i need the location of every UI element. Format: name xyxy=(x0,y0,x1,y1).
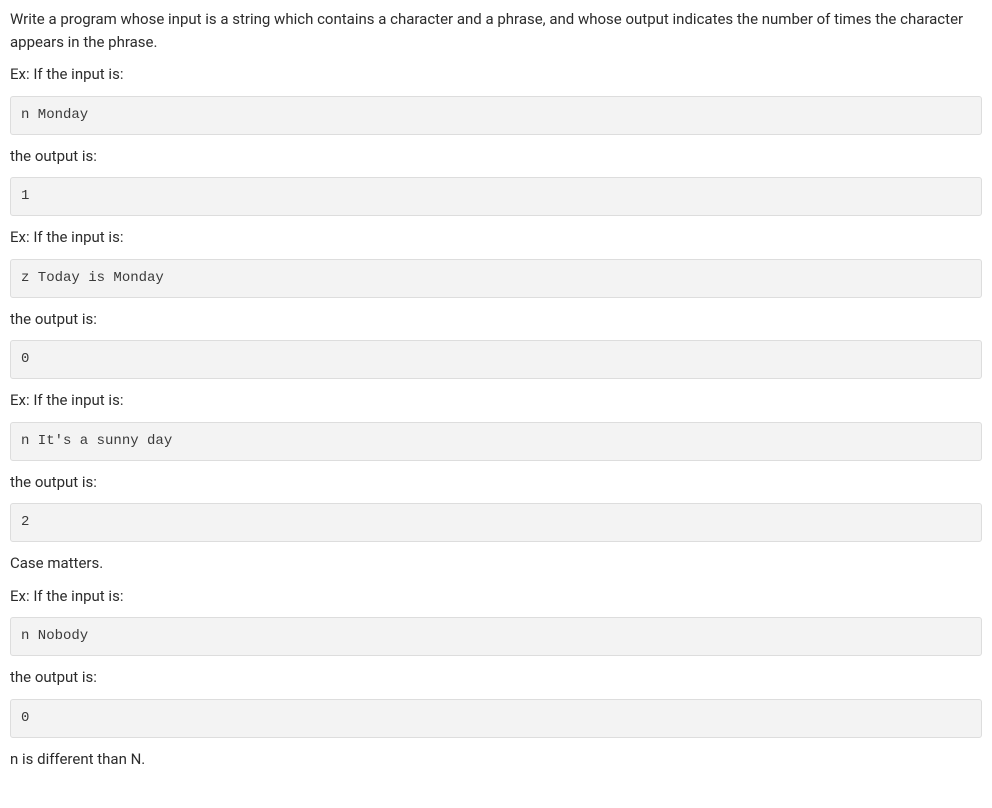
example-3-output-label: the output is: xyxy=(10,471,982,494)
case-example-input-code: n Nobody xyxy=(10,617,982,656)
example-2-input-code: z Today is Monday xyxy=(10,259,982,298)
example-2-input-label: Ex: If the input is: xyxy=(10,226,982,249)
problem-description: Write a program whose input is a string … xyxy=(10,8,970,53)
case-example-input-label: Ex: If the input is: xyxy=(10,585,982,608)
case-example-output-label: the output is: xyxy=(10,666,982,689)
example-2-output-label: the output is: xyxy=(10,308,982,331)
example-1-input-code: n Monday xyxy=(10,96,982,135)
example-3-output-code: 2 xyxy=(10,503,982,542)
case-matters-note: Case matters. xyxy=(10,552,982,575)
final-note: n is different than N. xyxy=(10,748,982,771)
example-1-output-label: the output is: xyxy=(10,145,982,168)
case-example-output-code: 0 xyxy=(10,699,982,738)
example-2-output-code: 0 xyxy=(10,340,982,379)
example-3-input-label: Ex: If the input is: xyxy=(10,389,982,412)
example-1-input-label: Ex: If the input is: xyxy=(10,63,982,86)
example-3-input-code: n It's a sunny day xyxy=(10,422,982,461)
example-1-output-code: 1 xyxy=(10,177,982,216)
